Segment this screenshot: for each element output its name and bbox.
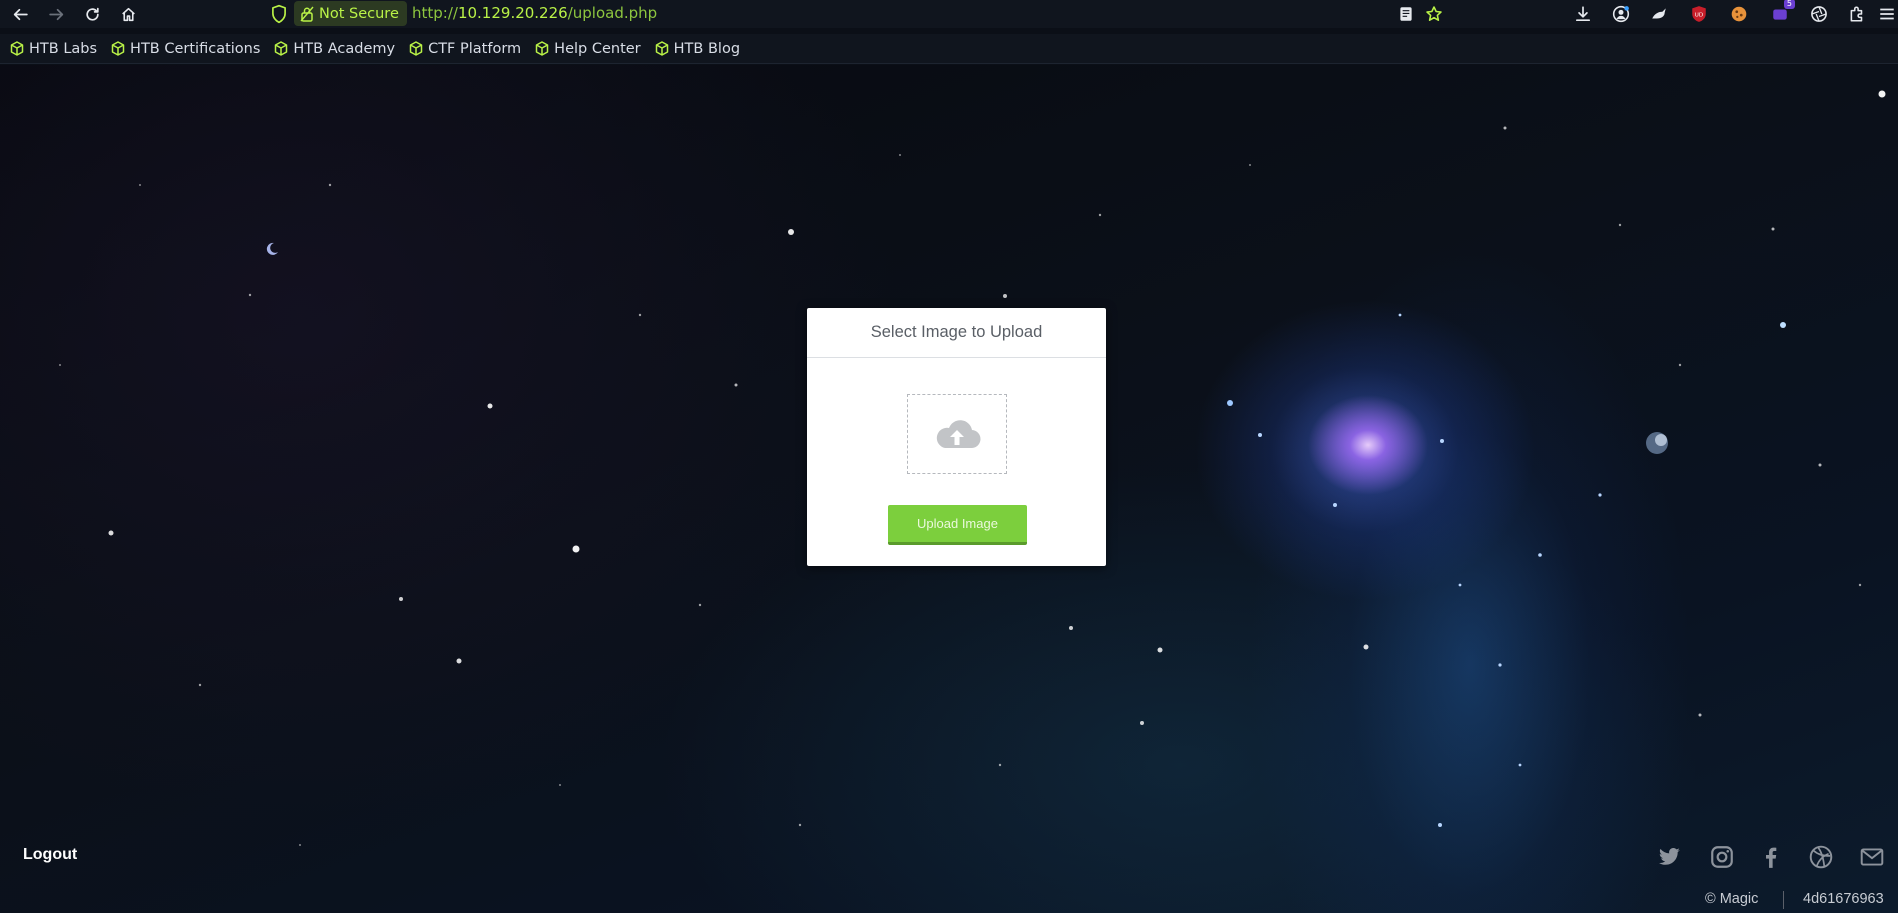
bookmark-ctf-platform[interactable]: CTF Platform: [409, 41, 521, 57]
extension-badge-button[interactable]: 5: [1769, 0, 1795, 25]
rabbit-icon: [1652, 8, 1666, 19]
star-icon: [1426, 6, 1442, 21]
dribbble-link[interactable]: [1807, 843, 1835, 871]
shield-icon[interactable]: [270, 4, 288, 24]
menu-button[interactable]: [1876, 3, 1898, 25]
dribbble-icon: [1809, 845, 1833, 869]
htb-cube-icon: [111, 41, 125, 56]
htb-cube-icon: [10, 41, 24, 56]
bookmark-label: HTB Certifications: [130, 40, 261, 57]
bookmark-label: HTB Labs: [29, 40, 98, 57]
bookmark-help-center[interactable]: Help Center: [535, 40, 641, 57]
back-button[interactable]: [8, 2, 32, 26]
upload-card: Select Image to Upload Upload Image: [807, 308, 1106, 566]
ublock-icon: UD: [1692, 6, 1706, 22]
extension-web-button[interactable]: [1808, 3, 1830, 25]
cookie-icon: [1731, 6, 1747, 22]
facebook-icon: [1766, 847, 1777, 868]
bookmark-label: HTB Blog: [673, 40, 741, 57]
copyright-text: © Magic: [1705, 891, 1759, 907]
bookmark-label: HTB Academy: [293, 40, 396, 57]
htb-cube-icon: [655, 41, 668, 56]
reader-view-icon: [1400, 7, 1412, 21]
facebook-link[interactable]: [1757, 843, 1785, 871]
url-path: /upload.php: [567, 4, 658, 22]
account-icon: [1612, 5, 1630, 23]
url-host: 10.129.20.226: [457, 4, 568, 22]
lock-icon: [300, 6, 314, 22]
not-secure-label: Not Secure: [319, 5, 399, 22]
reload-button[interactable]: [80, 2, 104, 26]
address-bar[interactable]: http://10.129.20.226/upload.php: [412, 4, 657, 22]
footer-hash-text: 4d61676963: [1803, 891, 1884, 907]
download-icon: [1575, 6, 1591, 22]
bookmark-htb-blog[interactable]: HTB Blog: [655, 41, 740, 57]
envelope-icon: [1860, 848, 1884, 866]
extensions-button[interactable]: [1846, 3, 1868, 25]
page-background: Select Image to Upload Upload Image Logo…: [0, 65, 1898, 913]
svg-text:UD: UD: [1695, 12, 1703, 18]
downloads-button[interactable]: [1572, 3, 1594, 25]
email-link[interactable]: [1858, 843, 1886, 871]
bookmark-label: CTF Platform: [428, 40, 522, 57]
extension-cookie-button[interactable]: [1728, 3, 1750, 25]
hamburger-menu-icon: [1880, 8, 1894, 20]
reload-icon: [85, 7, 99, 21]
ublock-button[interactable]: UD: [1688, 3, 1710, 25]
aperture-icon: [1811, 6, 1827, 22]
bookmarks-toolbar: HTB Labs HTB Certifications HTB Academy …: [0, 34, 1898, 64]
url-scheme: http://: [412, 4, 458, 22]
instagram-link[interactable]: [1708, 843, 1736, 871]
bookmark-htb-academy[interactable]: HTB Academy: [274, 41, 395, 57]
footer-divider: [1783, 891, 1784, 909]
bookmark-htb-certifications[interactable]: HTB Certifications: [111, 41, 260, 57]
upload-card-title: Select Image to Upload: [807, 308, 1106, 358]
cloud-upload-icon: [936, 420, 981, 449]
arrow-right-icon: [48, 8, 63, 20]
home-icon: [121, 7, 135, 21]
bookmark-label: Help Center: [554, 40, 641, 57]
twitter-icon: [1659, 847, 1680, 865]
extension-rabbit-button[interactable]: [1648, 3, 1670, 25]
not-secure-indicator[interactable]: Not Secure: [294, 1, 407, 26]
bookmark-htb-labs[interactable]: HTB Labs: [10, 41, 97, 57]
forward-button[interactable]: [44, 2, 68, 26]
instagram-icon: [1711, 846, 1733, 868]
bookmark-star-button[interactable]: [1423, 3, 1445, 25]
extension-count-badge: 5: [1783, 0, 1795, 9]
image-dropzone[interactable]: [907, 394, 1007, 474]
puzzle-icon: [1850, 6, 1863, 22]
account-button[interactable]: [1610, 3, 1632, 25]
upload-image-button[interactable]: Upload Image: [888, 505, 1027, 545]
logout-link[interactable]: Logout: [23, 846, 77, 864]
twitter-link[interactable]: [1655, 843, 1683, 871]
reader-view-button[interactable]: [1395, 3, 1417, 25]
htb-cube-icon: [409, 41, 423, 56]
htb-cube-icon: [275, 41, 288, 56]
arrow-left-icon: [13, 8, 28, 20]
htb-cube-icon: [535, 41, 549, 56]
browser-toolbar: Not Secure http://10.129.20.226/upload.p…: [0, 0, 1898, 28]
home-button[interactable]: [116, 2, 140, 26]
